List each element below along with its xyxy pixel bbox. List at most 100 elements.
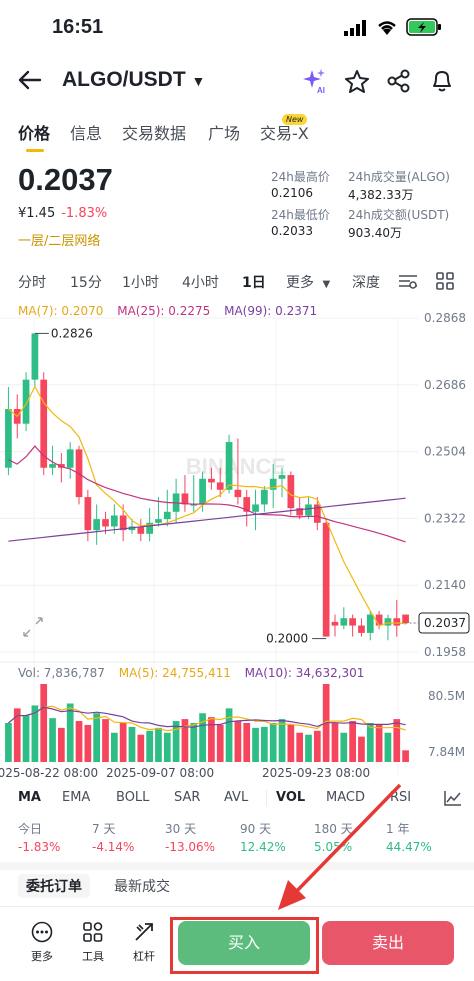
volume-bar <box>102 719 109 762</box>
fiat-price: ¥1.45 <box>18 206 56 221</box>
svg-text:AI: AI <box>317 86 325 94</box>
chart-settings-icon[interactable] <box>444 790 462 806</box>
interval-timeshare[interactable]: 分时 <box>18 272 46 292</box>
volume-bar <box>287 724 295 762</box>
candle-body <box>66 449 74 468</box>
pointer-arrow-icon <box>278 783 402 910</box>
interval-15m[interactable]: 15分 <box>70 272 102 292</box>
ind-ma[interactable]: MA <box>18 790 41 805</box>
candle-body <box>93 519 101 531</box>
volume-bar <box>75 721 83 762</box>
candle-body <box>358 625 365 633</box>
volume-bar <box>137 734 145 762</box>
volume-bar <box>110 732 118 762</box>
volume-bar <box>216 724 224 762</box>
volume-bar <box>331 723 339 762</box>
more-dots-icon <box>31 921 53 943</box>
interval-1h[interactable]: 1小时 <box>122 272 159 292</box>
high-value: 0.2106 <box>271 186 313 200</box>
expand-icon <box>23 617 43 637</box>
new-badge: New <box>282 114 308 125</box>
volume-bar <box>358 736 365 762</box>
low-marker-label: 0.2000 <box>266 632 308 646</box>
vol-tick-label: 7.84M <box>428 745 465 759</box>
pair-title[interactable]: ALGO/USDT ▼ <box>62 68 205 92</box>
ai-sparkle-icon[interactable]: AI <box>302 68 328 94</box>
settings-sliders-icon[interactable] <box>398 272 418 290</box>
tab-trading-data[interactable]: 交易数据 <box>122 120 186 144</box>
perf-value-7d: -4.14% <box>92 840 135 854</box>
vol-ma5-label: MA(5): 24,755,411 <box>118 666 231 680</box>
volume-bar <box>340 732 348 762</box>
y-tick-label: 0.2140 <box>424 578 466 592</box>
active-tab-indicator <box>26 149 44 152</box>
tab-latest-trades[interactable]: 最新成交 <box>106 874 178 898</box>
ind-ema[interactable]: EMA <box>62 790 90 805</box>
tools-tool[interactable]: 工具 <box>73 921 113 964</box>
leverage-icon <box>135 923 153 941</box>
star-icon[interactable] <box>344 69 370 93</box>
candle-body <box>375 614 383 626</box>
candle-body <box>340 618 348 626</box>
y-tick-label: 0.2686 <box>424 378 466 392</box>
volume-bar <box>58 727 65 762</box>
tab-price[interactable]: 价格 <box>18 120 50 144</box>
price-sub: ¥1.45 -1.83% <box>18 206 107 221</box>
volume-bar <box>66 703 74 762</box>
grid-layout-icon[interactable] <box>436 272 454 290</box>
vol-ma10-label: MA(10): 34,632,301 <box>244 666 365 680</box>
tab-open-orders[interactable]: 委托订单 <box>18 874 90 898</box>
interval-4h[interactable]: 4小时 <box>182 272 219 292</box>
volume-bar <box>93 713 101 762</box>
back-arrow-icon[interactable] <box>18 70 42 90</box>
tools-grid-icon <box>83 922 103 942</box>
candle-body <box>305 504 312 516</box>
high-label: 24h最高价 <box>271 170 330 184</box>
x-tick-label: 2025-08-22 08:00 <box>0 766 98 780</box>
ma99-line <box>8 497 406 542</box>
sell-button[interactable]: 卖出 <box>322 921 454 965</box>
share-icon[interactable] <box>386 69 412 93</box>
volume-bar <box>402 750 409 762</box>
volume-bar <box>225 708 233 762</box>
interval-depth[interactable]: 深度 <box>352 272 380 292</box>
high-marker-label: 0.2826 <box>51 326 93 340</box>
volume-bar <box>375 724 383 762</box>
perf-label-7d: 7 天 <box>92 822 116 836</box>
bell-icon[interactable] <box>430 68 454 94</box>
candle-body <box>322 522 330 637</box>
perf-label-30d: 30 天 <box>165 822 197 836</box>
volume-bar <box>190 723 198 762</box>
candle-body <box>49 464 56 468</box>
candle-body <box>102 519 109 527</box>
ma25-label: MA(25): 0.2275 <box>117 304 211 318</box>
last-price: 0.2037 <box>18 162 113 197</box>
vol-legend: Vol: 7,836,787 MA(5): 24,755,411 MA(10):… <box>18 666 364 680</box>
ma7-line <box>8 385 406 627</box>
vol-usdt-value: 903.40万 <box>348 226 402 240</box>
interval-more[interactable]: 更多 ▼ <box>286 272 330 292</box>
volume-bar <box>252 727 259 762</box>
candle-body <box>5 409 12 468</box>
candle-body <box>155 519 162 523</box>
candle-body <box>331 621 339 626</box>
sector-tag[interactable]: 一层/二层网络 <box>18 230 100 249</box>
candle-body <box>234 489 242 498</box>
tab-info[interactable]: 信息 <box>70 120 102 144</box>
more-tool[interactable]: 更多 <box>22 921 62 964</box>
chevron-down-icon: ▼ <box>191 73 206 89</box>
volume-bar <box>128 726 136 762</box>
candle-body <box>181 493 189 505</box>
kline-chart[interactable]: 0.2868 0.2686 0.2504 0.2322 0.2140 0.1958 BINA… <box>0 296 474 786</box>
tab-square[interactable]: 广场 <box>208 120 240 144</box>
wifi-icon <box>378 21 396 35</box>
candle-body <box>393 618 401 626</box>
ind-avl[interactable]: AVL <box>224 790 248 805</box>
volume-bar <box>349 721 356 762</box>
volume-bar <box>393 719 401 762</box>
leverage-tool[interactable]: 杠杆 <box>124 921 164 964</box>
ind-sar[interactable]: SAR <box>174 790 200 805</box>
candle-body <box>208 478 215 483</box>
interval-1d[interactable]: 1日 <box>242 272 266 292</box>
ind-boll[interactable]: BOLL <box>116 790 149 805</box>
